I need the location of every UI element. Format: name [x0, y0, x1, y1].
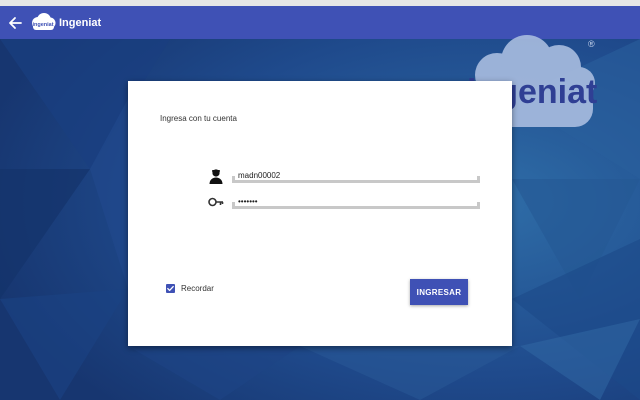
app-logo: ingeniat	[30, 12, 56, 34]
username-field[interactable]	[232, 169, 480, 183]
username-input[interactable]	[238, 169, 468, 181]
svg-text:ingeniat: ingeniat	[32, 22, 53, 28]
checkbox-checked-icon[interactable]	[166, 284, 175, 293]
svg-text:®: ®	[588, 39, 595, 49]
remember-label: Recordar	[181, 284, 214, 293]
login-button[interactable]: INGRESAR	[410, 279, 468, 305]
password-input[interactable]	[238, 195, 468, 207]
password-field[interactable]	[232, 195, 480, 209]
arrow-left-icon	[9, 16, 22, 29]
user-icon	[209, 169, 223, 184]
app-title: Ingeniat	[59, 16, 102, 29]
cloud-logo-icon: ingeniat	[32, 12, 56, 30]
remember-checkbox[interactable]: Recordar	[166, 284, 214, 293]
key-icon	[208, 197, 224, 207]
login-card: Ingresa con tu cuenta Recordar INGRESAR	[128, 81, 512, 346]
back-button[interactable]	[3, 11, 27, 35]
login-title: Ingresa con tu cuenta	[160, 114, 237, 123]
